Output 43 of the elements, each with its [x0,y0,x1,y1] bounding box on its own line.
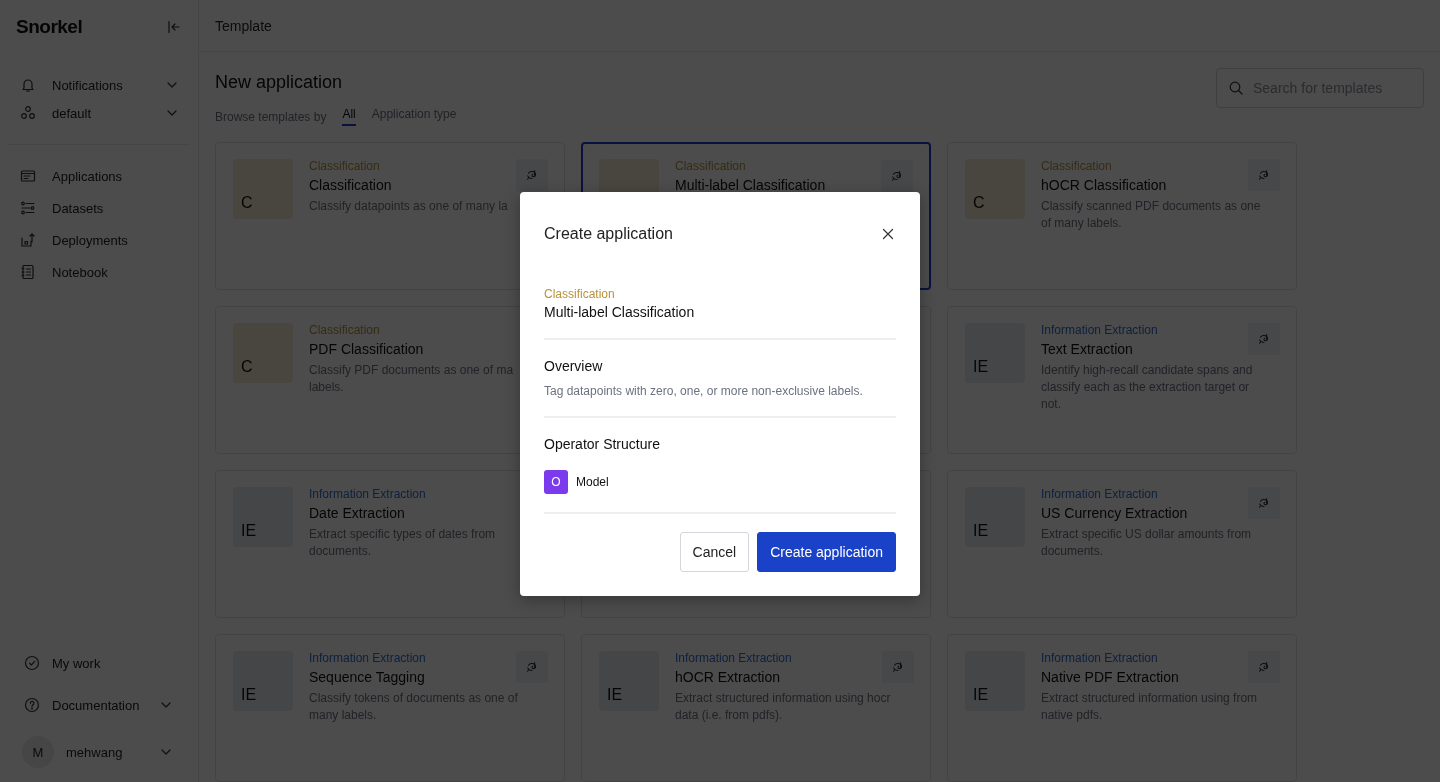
template-category: Classification [675,159,746,174]
section-heading: Operator Structure [544,436,660,452]
template-category: Classification [1041,159,1112,174]
operator-chip: O [544,470,568,494]
template-title: Native PDF Extraction [1041,668,1179,686]
template-title: US Currency Extraction [1041,504,1188,522]
logo: Snorkel [16,16,83,38]
cancel-button[interactable]: Cancel [679,532,750,572]
thumbnail-letters: IE [241,522,257,540]
thumbnail-letters: IE [607,686,623,704]
template-title: hOCR Classification [1041,176,1167,194]
template-category: Information Extraction [1041,651,1158,666]
close-icon [880,226,896,242]
thumbnail-letters: IE [241,686,257,704]
template-category: Classification [544,287,615,301]
thumbnail-letters: IE [973,358,989,376]
template-title: Sequence Tagging [309,668,425,686]
thumbnail-letters: C [973,194,985,212]
close-button[interactable] [880,226,896,242]
page-title: New application [215,72,344,93]
template-category: Information Extraction [309,487,426,502]
template-title: Classification [309,176,392,194]
template-category: Classification [309,159,380,174]
operator-label: Model [576,475,609,489]
template-name: Multi-label Classification [544,304,695,320]
thumbnail-letters: IE [973,522,989,540]
dialog-title: Create application [544,225,673,243]
template-title: Text Extraction [1041,340,1133,358]
template-category: Information Extraction [1041,323,1158,338]
template-title: Multi-label Classification [675,176,826,194]
create-button[interactable]: Create application [757,532,896,572]
thumbnail-letters: IE [973,686,989,704]
template-title: hOCR Extraction [675,668,781,686]
template-category: Classification [309,323,380,338]
thumbnail-letters: C [241,194,253,212]
thumbnail-letters: C [241,358,253,376]
template-category: Information Extraction [309,651,426,666]
overview-text: Tag datapoints with zero, one, or more non-exclusive labels. [544,384,863,398]
template-category: Information Extraction [675,651,792,666]
template-category: Information Extraction [1041,487,1158,502]
section-heading: Overview [544,358,603,374]
template-title: PDF Classification [309,340,424,358]
template-title: Date Extraction [309,504,405,522]
